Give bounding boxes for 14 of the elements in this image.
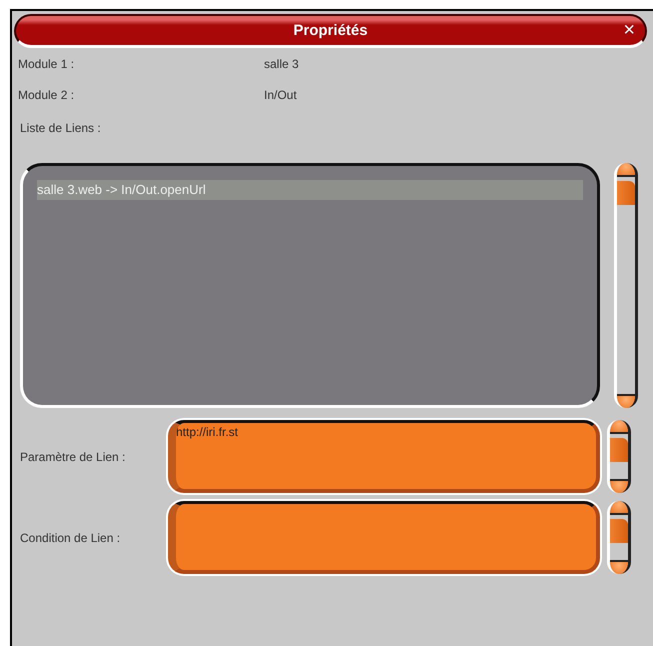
property-label: Module 1 : [18,56,76,70]
window-title: Propriétés [293,22,368,39]
input-field[interactable]: http://iri.fr.st [168,420,600,493]
property-label: Module 2 : [18,88,76,102]
scrollbar-drawing[interactable] [614,163,638,408]
close-button[interactable]: × [623,19,635,41]
field-label: Paramètre de Lien : [20,450,126,464]
field-label: Condition de Lien : [20,530,122,544]
list-label: Liste de Liens : [19,121,102,137]
property-value: In/Out [264,88,297,102]
scrollbar-drawing[interactable] [607,501,631,574]
scrollbar-drawing[interactable] [607,420,631,493]
property-value: salle 3 [264,56,299,70]
input-field[interactable] [168,501,600,574]
